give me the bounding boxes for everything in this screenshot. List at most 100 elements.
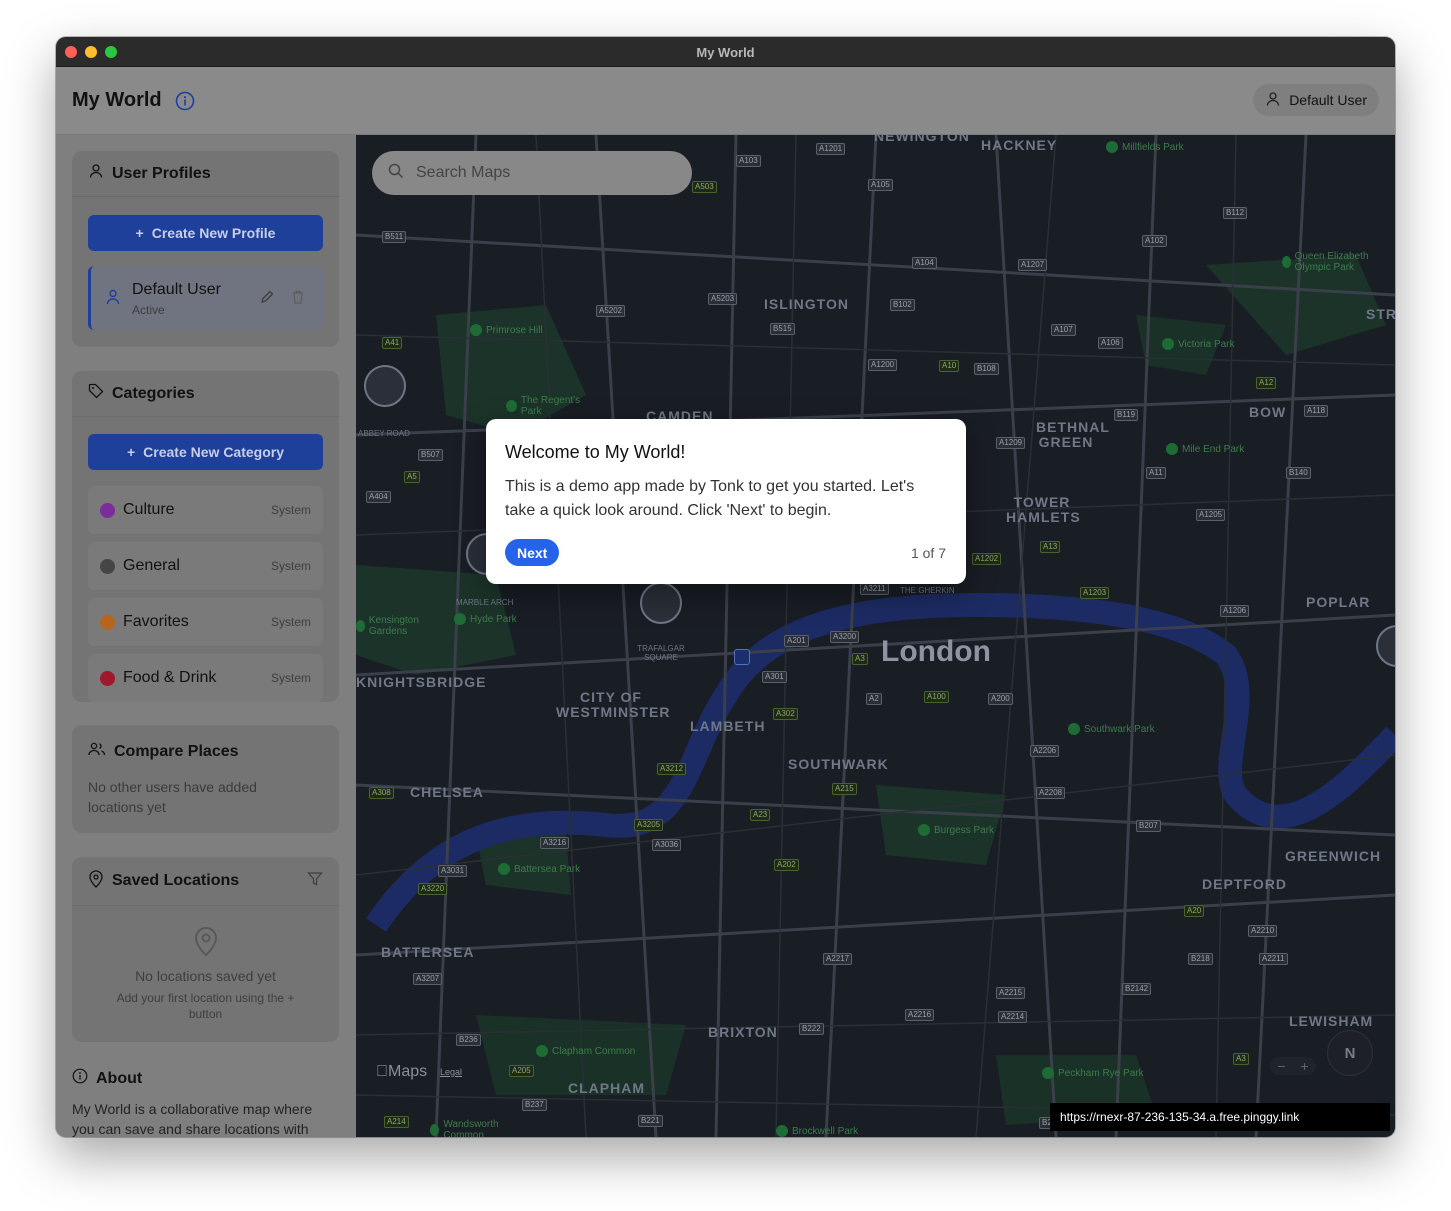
compare-empty-text: No other users have added locations yet [88, 779, 257, 815]
map-park-label: Peckham Rye Park [1042, 1067, 1144, 1079]
map-landmark-label: THE GHERKIN [900, 586, 955, 595]
road-shield: A1202 [972, 553, 1002, 565]
road-shield: B140 [1286, 467, 1311, 479]
info-icon [72, 1068, 88, 1089]
profile-item[interactable]: Default User Active [88, 266, 323, 330]
park-icon [1162, 338, 1174, 350]
map-district-label: HACKNEY [981, 137, 1058, 153]
plus-icon: + [135, 225, 144, 241]
create-category-button[interactable]: + Create New Category [88, 434, 323, 470]
map-park-label: Kensington Gardens [356, 615, 436, 637]
category-system-badge: System [270, 671, 311, 685]
current-user-button[interactable]: Default User [1253, 84, 1379, 116]
road-shield: A10 [939, 360, 960, 372]
road-shield: A104 [912, 257, 937, 269]
road-shield: A1203 [1080, 587, 1110, 599]
map-district-label: KNIGHTSBRIDGE [356, 674, 487, 690]
park-icon [1106, 141, 1118, 153]
park-icon [506, 400, 517, 412]
road-shield: A3031 [438, 865, 468, 877]
road-shield: A3200 [830, 631, 860, 643]
next-button[interactable]: Next [505, 539, 560, 566]
road-shield: A106 [1098, 337, 1123, 349]
users-icon [88, 741, 106, 762]
map-district-label: NEWINGTON [874, 135, 970, 144]
categories-title: Categories [112, 384, 195, 402]
road-shield: A1209 [996, 437, 1026, 449]
filter-icon[interactable] [307, 871, 323, 892]
road-shield: B2142 [1122, 983, 1152, 995]
map-park-label: Mile End Park [1166, 443, 1244, 455]
park-icon [454, 613, 466, 625]
road-shield: A2216 [905, 1009, 935, 1021]
zoom-in-button[interactable]: + [1300, 1058, 1308, 1074]
park-icon [1282, 256, 1291, 268]
dialog-body: This is a demo app made by Tonk to get y… [505, 478, 915, 519]
road-shield: A503 [692, 181, 717, 193]
about-title: About [96, 1069, 143, 1087]
category-item-food-drink[interactable]: Food & Drink System [88, 654, 323, 702]
status-url-tooltip: https://rnexr-87-236-135-34.a.free.pingg… [1050, 1103, 1390, 1131]
create-profile-button[interactable]: + Create New Profile [88, 215, 323, 251]
category-item-general[interactable]: General System [88, 542, 323, 590]
search-icon [388, 163, 404, 184]
apple-icon:  [376, 1063, 388, 1080]
road-shield: A1205 [1196, 509, 1226, 521]
park-icon [356, 620, 365, 632]
road-shield: A3211 [860, 583, 889, 595]
road-shield: A5202 [596, 305, 626, 317]
compare-places-card: Compare Places No other users have added… [72, 725, 339, 833]
road-shield: A2210 [1248, 925, 1278, 937]
info-icon[interactable] [175, 91, 195, 111]
road-shield: A2 [866, 693, 882, 705]
zoom-control[interactable]: − + [1270, 1057, 1316, 1075]
transit-icon[interactable] [734, 649, 750, 665]
road-shield: A5203 [708, 293, 738, 305]
edit-icon[interactable] [259, 289, 275, 310]
road-shield: A12 [1256, 377, 1277, 389]
road-shield: B236 [456, 1034, 481, 1046]
about-header: About [72, 1068, 142, 1089]
map-view[interactable]: Search Maps HACKNEY ISLINGTON CAMDEN BET… [356, 135, 1395, 1137]
road-shield: A200 [988, 693, 1013, 705]
zoom-out-button[interactable]: − [1277, 1058, 1285, 1074]
road-shield: B515 [770, 323, 795, 335]
road-shield: A3 [852, 653, 868, 665]
road-shield: B207 [1136, 820, 1161, 832]
legal-link[interactable]: Legal [440, 1067, 462, 1077]
trash-icon[interactable] [291, 289, 305, 310]
road-shield: A1200 [868, 359, 898, 371]
map-park-label: Millfields Park [1106, 141, 1184, 153]
category-system-badge: System [270, 615, 311, 629]
map-district-label: STRAT [1366, 306, 1395, 322]
map-landmark-label: MARBLE ARCH [456, 598, 514, 607]
category-item-favorites[interactable]: Favorites System [88, 598, 323, 646]
road-shield: A3205 [634, 819, 664, 831]
categories-header: Categories [72, 371, 339, 417]
road-shield: A2206 [1030, 745, 1060, 757]
map-search-input[interactable]: Search Maps [372, 151, 692, 195]
dialog-title: Welcome to My World! [505, 442, 686, 462]
onboarding-dialog: Welcome to My World! This is a demo app … [486, 419, 966, 584]
compass-button[interactable]: N [1327, 1030, 1373, 1076]
road-shield: A5 [404, 471, 420, 483]
user-profiles-card: User Profiles + Create New Profile Defau… [72, 151, 339, 347]
profile-name: Default User [132, 281, 221, 298]
map-city-label: London [881, 635, 991, 668]
map-poi-marker[interactable] [640, 582, 682, 624]
current-user-label: Default User [1289, 92, 1367, 108]
road-shield: A1201 [816, 143, 846, 155]
map-park-label: Wandsworth Common [430, 1119, 520, 1137]
category-system-badge: System [270, 503, 311, 517]
category-item-culture[interactable]: Culture System [88, 486, 323, 534]
compare-places-header: Compare Places [88, 741, 239, 762]
map-park-label: Primrose Hill [470, 324, 543, 336]
map-poi-marker[interactable] [364, 365, 406, 407]
map-pin-icon [88, 869, 104, 893]
sidebar: User Profiles + Create New Profile Defau… [56, 135, 356, 1137]
park-icon [430, 1124, 440, 1136]
step-counter: 1 of 7 [910, 545, 946, 561]
road-shield: A13 [1040, 541, 1061, 553]
map-district-label: CITY OF WESTMINSTER [556, 689, 671, 720]
map-park-label: Hyde Park [454, 613, 517, 625]
